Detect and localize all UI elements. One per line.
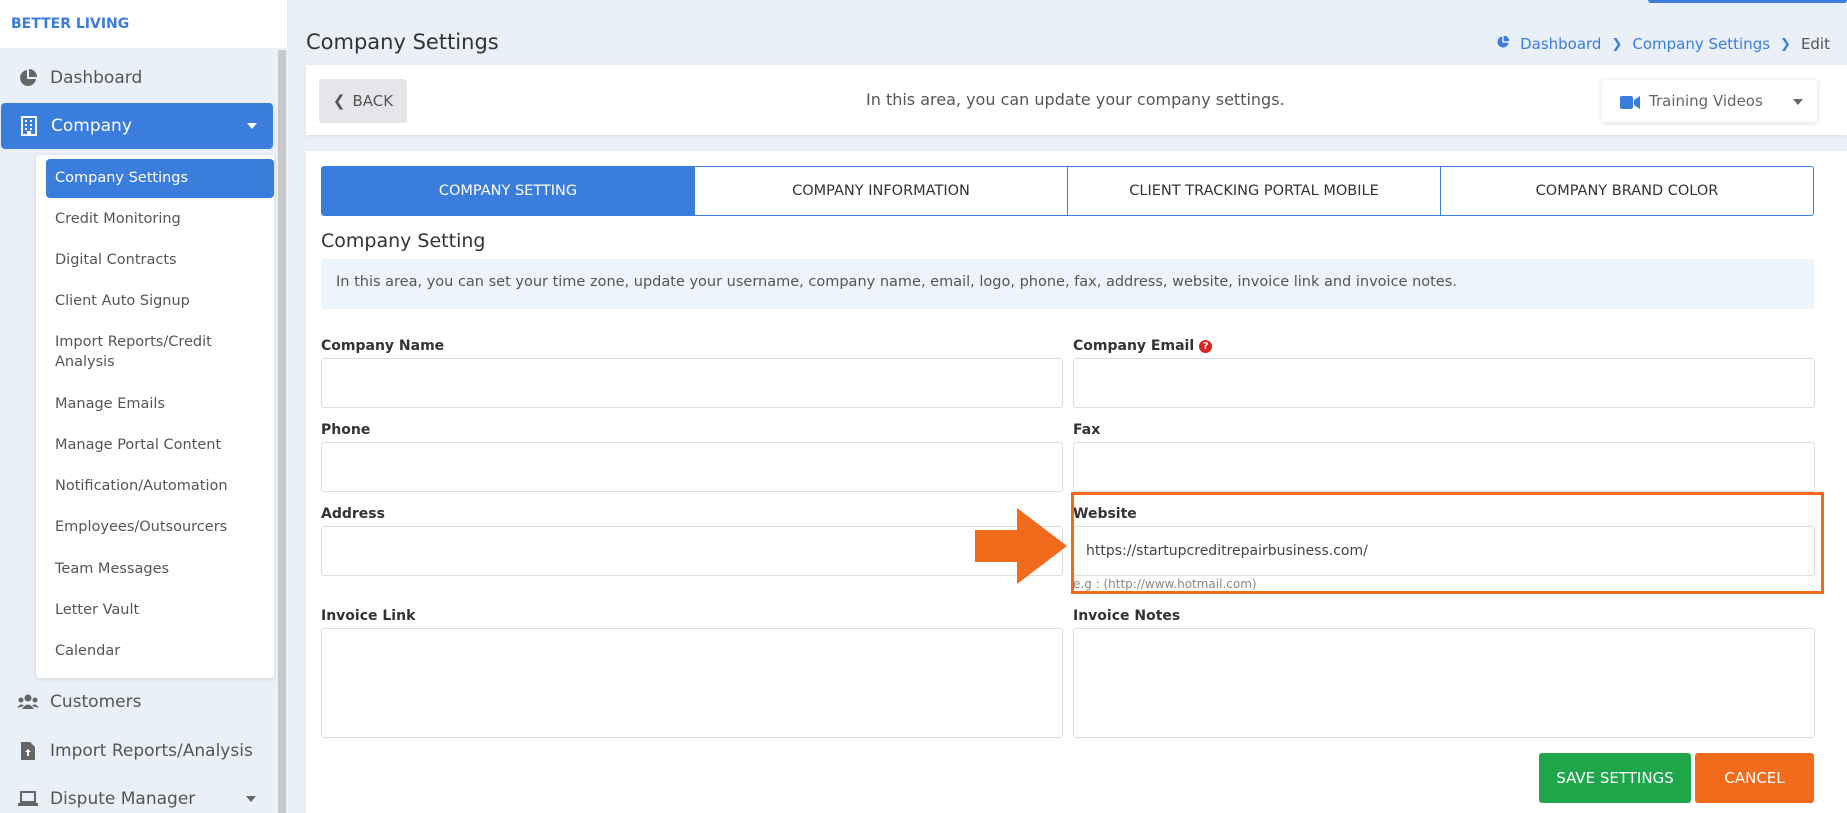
back-button-label: BACK (352, 92, 394, 110)
building-icon (18, 115, 40, 137)
company-email-label: Company Email? (1073, 338, 1213, 354)
chevron-right-icon: ❯ (1611, 36, 1623, 52)
breadcrumb-current: Edit (1800, 35, 1830, 53)
cancel-button[interactable]: CANCEL (1695, 753, 1814, 803)
breadcrumb: Dashboard ❯ Company Settings ❯ Edit (1496, 35, 1830, 53)
sidebar-item-label: Company (51, 116, 132, 136)
address-label: Address (321, 506, 385, 522)
company-name-input[interactable] (321, 358, 1063, 408)
chevron-right-icon: ❯ (1780, 36, 1791, 52)
dashboard-pie-icon (1496, 35, 1510, 53)
sidebar-item-customers[interactable]: Customers (0, 679, 272, 725)
annotation-arrow-icon (975, 508, 1067, 588)
fax-label: Fax (1073, 422, 1101, 438)
invoice-notes-input[interactable] (1073, 628, 1815, 738)
submenu-item-manage-emails[interactable]: Manage Emails (46, 394, 274, 414)
submenu-item-digital-contracts[interactable]: Digital Contracts (46, 250, 274, 270)
sidebar-item-import-reports[interactable]: Import Reports/Analysis (0, 728, 272, 774)
top-accent-bar (1648, 0, 1847, 3)
sidebar-item-dashboard[interactable]: Dashboard (0, 55, 272, 101)
invoice-link-input[interactable] (321, 628, 1063, 738)
file-upload-icon (17, 740, 39, 762)
brand-logo[interactable]: BETTER LIVING (0, 0, 287, 48)
info-box: In this area, you can set your time zone… (321, 259, 1814, 309)
tab-client-tracking-portal-mobile[interactable]: CLIENT TRACKING PORTAL MOBILE (1068, 167, 1441, 215)
pie-chart-icon (17, 67, 39, 89)
company-name-label: Company Name (321, 338, 445, 354)
company-email-label-text: Company Email (1073, 338, 1195, 354)
breadcrumb-dashboard[interactable]: Dashboard (1520, 35, 1601, 53)
tab-company-brand-color[interactable]: COMPANY BRAND COLOR (1441, 167, 1813, 215)
phone-label: Phone (321, 422, 371, 438)
tab-company-information[interactable]: COMPANY INFORMATION (695, 167, 1068, 215)
laptop-icon (17, 788, 39, 810)
submenu-item-import-reports[interactable]: Import Reports/Credit Analysis (46, 332, 246, 372)
topbar-message: In this area, you can update your compan… (866, 90, 1285, 109)
section-title: Company Setting (321, 230, 486, 252)
video-camera-icon (1620, 95, 1640, 109)
fax-input[interactable] (1073, 442, 1815, 492)
sidebar-item-label: Dispute Manager (50, 789, 196, 809)
top-action-bar: ❮ BACK In this area, you can update your… (306, 65, 1847, 135)
save-settings-button[interactable]: SAVE SETTINGS (1539, 753, 1691, 803)
sidebar: BETTER LIVING Dashboard Company Company … (0, 0, 287, 813)
sidebar-scrollbar[interactable] (278, 50, 286, 813)
page-title: Company Settings (306, 30, 499, 54)
submenu-item-employees-outsourcers[interactable]: Employees/Outsourcers (46, 517, 274, 537)
submenu-item-letter-vault[interactable]: Letter Vault (46, 600, 274, 620)
chevron-down-icon (1793, 99, 1803, 105)
address-input[interactable] (321, 526, 1063, 576)
submenu-item-client-auto-signup[interactable]: Client Auto Signup (46, 291, 274, 311)
settings-tabs: COMPANY SETTING COMPANY INFORMATION CLIE… (321, 166, 1814, 216)
sidebar-item-label: Dashboard (50, 68, 143, 88)
users-icon (17, 691, 39, 713)
chevron-down-icon (247, 123, 257, 129)
annotation-highlight-box (1071, 492, 1824, 594)
chevron-left-icon: ❮ (332, 92, 346, 110)
submenu-item-manage-portal-content[interactable]: Manage Portal Content (46, 435, 274, 455)
company-email-input[interactable] (1073, 358, 1815, 408)
breadcrumb-company-settings[interactable]: Company Settings (1632, 35, 1770, 53)
submenu-item-credit-monitoring[interactable]: Credit Monitoring (46, 209, 274, 229)
training-videos-dropdown[interactable]: Training Videos (1602, 80, 1817, 122)
phone-input[interactable] (321, 442, 1063, 492)
invoice-notes-label: Invoice Notes (1073, 608, 1181, 624)
invoice-link-label: Invoice Link (321, 608, 416, 624)
question-icon[interactable]: ? (1199, 340, 1213, 353)
sidebar-item-label: Customers (50, 692, 142, 712)
submenu-item-team-messages[interactable]: Team Messages (46, 559, 274, 579)
submenu-item-calendar[interactable]: Calendar (46, 641, 274, 661)
sidebar-item-label: Import Reports/Analysis (50, 741, 253, 761)
submenu-item-company-settings[interactable]: Company Settings (46, 159, 274, 198)
back-button[interactable]: ❮ BACK (319, 79, 407, 123)
sidebar-item-company[interactable]: Company (1, 103, 273, 149)
training-videos-label: Training Videos (1649, 92, 1763, 110)
sidebar-item-dispute-manager[interactable]: Dispute Manager (0, 776, 272, 813)
company-submenu: Company Settings Credit Monitoring Digit… (36, 155, 274, 678)
submenu-item-notification-automation[interactable]: Notification/Automation (46, 476, 274, 496)
tab-company-setting[interactable]: COMPANY SETTING (322, 167, 695, 215)
chevron-down-icon (246, 796, 256, 802)
